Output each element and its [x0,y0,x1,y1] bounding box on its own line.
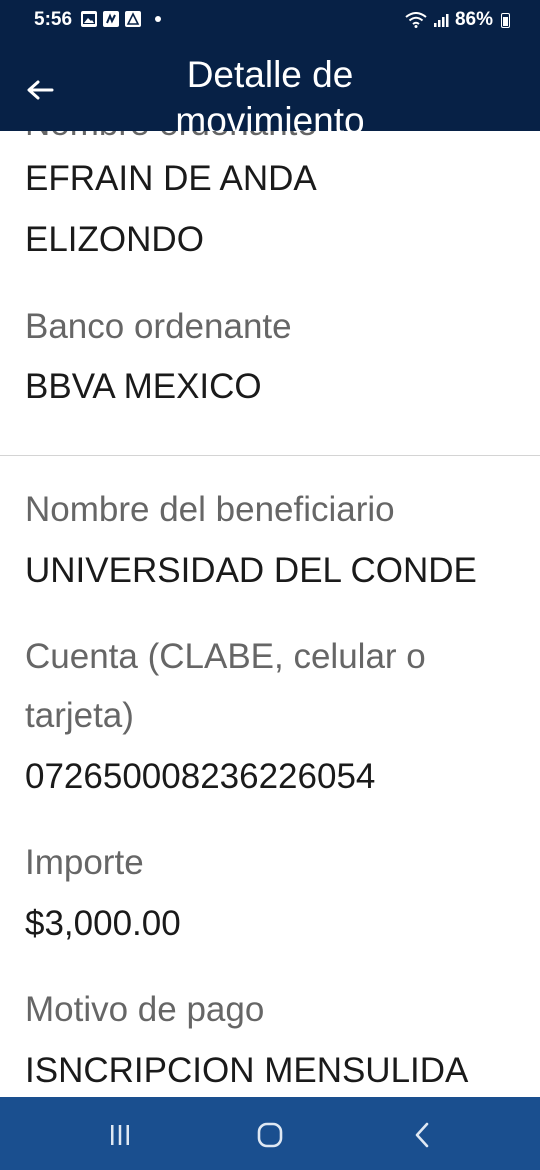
importe-label: Importe [25,843,144,882]
dot-icon [155,16,161,22]
cuenta-value: 072650008236226054 [25,757,376,796]
recent-apps-icon [111,1125,129,1145]
motivo-value: ISNCRIPCION MENSULIDA [25,1051,469,1090]
recent-apps-button[interactable] [100,1115,140,1155]
gallery-icon [81,11,97,27]
beneficiario-value: UNIVERSIDAD DEL CONDE [25,551,477,590]
status-right: 86% [405,9,510,31]
system-nav-bar [0,1097,540,1170]
importe-value: $3,000.00 [25,904,181,943]
battery-icon [501,12,510,28]
back-button[interactable] [18,70,62,110]
nav-back-button[interactable] [402,1115,442,1155]
home-icon [257,1122,283,1148]
banco-value: BBVA MEXICO [25,367,262,406]
cuenta-label-line1: Cuenta (CLABE, celular o [25,637,426,676]
ordenante-name-line2: ELIZONDO [25,220,204,259]
status-bar: 5:56 86% [0,0,540,44]
beneficiario-label: Nombre del beneficiario [25,490,395,529]
banco-label: Banco ordenante [25,307,292,346]
signal-icon [433,14,449,27]
alert-icon [125,11,141,27]
wifi-icon [405,12,427,28]
back-icon [415,1122,429,1148]
app-icon [103,11,119,27]
movement-details: Nombre ordenante EFRAIN DE ANDA ELIZONDO… [0,131,540,1097]
home-button[interactable] [250,1115,290,1155]
section-divider [0,455,540,456]
motivo-label: Motivo de pago [25,990,265,1029]
notification-icons [81,11,161,27]
back-arrow-icon [27,80,54,100]
ordenante-name-line1: EFRAIN DE ANDA [25,159,317,198]
app-header: Detalle de movimiento [0,44,540,131]
status-time: 5:56 [34,9,73,30]
page-title: Detalle de movimiento [175,54,365,131]
cuenta-label-line2: tarjeta) [25,696,134,735]
battery-percent: 86% [454,9,493,30]
